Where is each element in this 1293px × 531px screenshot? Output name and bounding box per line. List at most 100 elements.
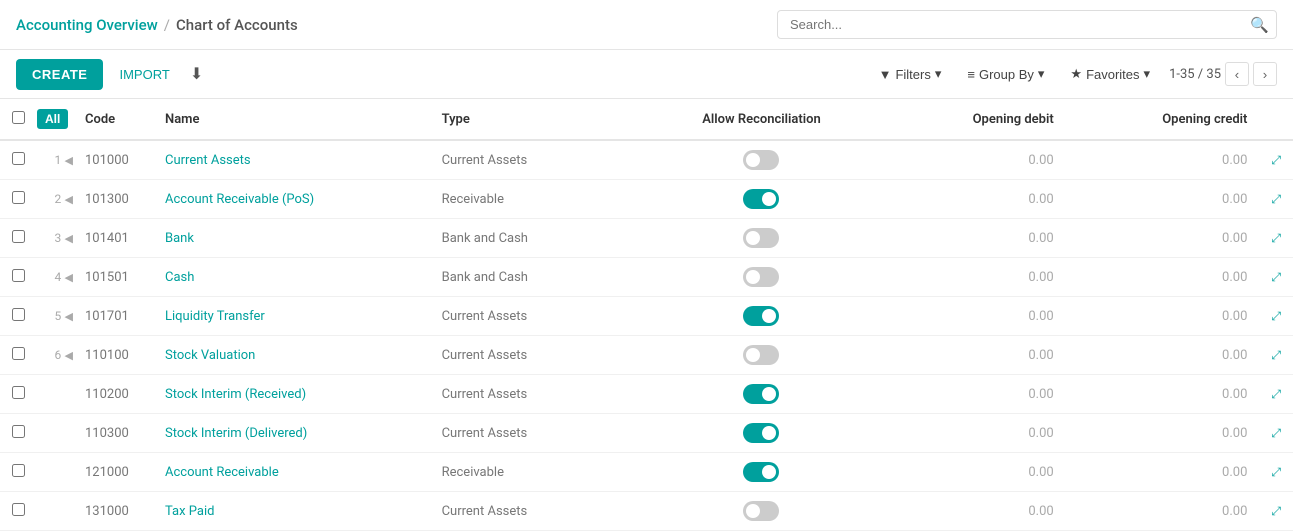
- row-reconcile[interactable]: [651, 297, 872, 336]
- breadcrumb: Accounting Overview / Chart of Accounts: [16, 16, 777, 34]
- create-button[interactable]: CREATE: [16, 59, 103, 90]
- th-select-all[interactable]: [0, 99, 37, 140]
- row-number: 1: [55, 153, 62, 167]
- row-checkbox-cell[interactable]: [0, 336, 37, 375]
- row-checkbox-cell[interactable]: [0, 180, 37, 219]
- reconcile-toggle[interactable]: [743, 462, 779, 482]
- filters-button[interactable]: ▼ Filters ▾: [868, 60, 953, 88]
- row-chevron[interactable]: ◀: [65, 349, 73, 362]
- expand-icon[interactable]: ⤢: [1271, 504, 1281, 518]
- row-name[interactable]: Stock Interim (Received): [153, 375, 430, 414]
- row-checkbox-cell[interactable]: [0, 140, 37, 180]
- expand-icon[interactable]: ⤢: [1271, 387, 1281, 401]
- th-code: Code: [73, 99, 153, 140]
- row-checkbox[interactable]: [12, 386, 25, 399]
- row-checkbox-cell[interactable]: [0, 414, 37, 453]
- th-all[interactable]: All: [37, 99, 73, 140]
- row-chevron[interactable]: ◀: [65, 154, 73, 167]
- row-number-cell: 3 ◀: [37, 219, 73, 258]
- row-checkbox[interactable]: [12, 503, 25, 516]
- reconcile-toggle[interactable]: [743, 228, 779, 248]
- row-name[interactable]: Current Assets: [153, 140, 430, 180]
- expand-icon[interactable]: ⤢: [1271, 348, 1281, 362]
- row-checkbox[interactable]: [12, 191, 25, 204]
- row-chevron[interactable]: ◀: [65, 271, 73, 284]
- row-checkbox[interactable]: [12, 347, 25, 360]
- row-chevron[interactable]: ◀: [65, 193, 73, 206]
- reconcile-toggle[interactable]: [743, 150, 779, 170]
- row-reconcile[interactable]: [651, 336, 872, 375]
- row-chevron[interactable]: ◀: [65, 310, 73, 323]
- expand-icon[interactable]: ⤢: [1271, 309, 1281, 323]
- row-reconcile[interactable]: [651, 453, 872, 492]
- row-expand-cell[interactable]: ⤢: [1259, 297, 1293, 336]
- row-opening-debit: 0.00: [872, 219, 1066, 258]
- row-name[interactable]: Account Receivable (PoS): [153, 180, 430, 219]
- row-checkbox-cell[interactable]: [0, 297, 37, 336]
- row-checkbox[interactable]: [12, 308, 25, 321]
- prev-page-button[interactable]: ‹: [1225, 62, 1249, 86]
- row-reconcile[interactable]: [651, 258, 872, 297]
- download-button[interactable]: ⬇: [186, 58, 207, 90]
- row-expand-cell[interactable]: ⤢: [1259, 180, 1293, 219]
- row-reconcile[interactable]: [651, 219, 872, 258]
- row-number: 2: [55, 192, 62, 206]
- row-expand-cell[interactable]: ⤢: [1259, 375, 1293, 414]
- row-checkbox[interactable]: [12, 230, 25, 243]
- row-name[interactable]: Tax Paid: [153, 492, 430, 531]
- groupby-button[interactable]: ≡ Group By ▾: [956, 60, 1055, 88]
- reconcile-toggle[interactable]: [743, 306, 779, 326]
- all-button[interactable]: All: [37, 109, 68, 129]
- favorites-button[interactable]: ★ Favorites ▾: [1059, 60, 1161, 88]
- row-name[interactable]: Liquidity Transfer: [153, 297, 430, 336]
- row-reconcile[interactable]: [651, 375, 872, 414]
- row-expand-cell[interactable]: ⤢: [1259, 414, 1293, 453]
- row-checkbox-cell[interactable]: [0, 219, 37, 258]
- row-type: Current Assets: [430, 414, 651, 453]
- row-reconcile[interactable]: [651, 414, 872, 453]
- reconcile-toggle[interactable]: [743, 345, 779, 365]
- import-button[interactable]: IMPORT: [111, 59, 177, 90]
- expand-icon[interactable]: ⤢: [1271, 426, 1281, 440]
- reconcile-toggle[interactable]: [743, 384, 779, 404]
- expand-icon[interactable]: ⤢: [1271, 270, 1281, 284]
- row-checkbox-cell[interactable]: [0, 492, 37, 531]
- row-checkbox-cell[interactable]: [0, 453, 37, 492]
- row-checkbox-cell[interactable]: [0, 375, 37, 414]
- row-expand-cell[interactable]: ⤢: [1259, 258, 1293, 297]
- row-checkbox-cell[interactable]: [0, 258, 37, 297]
- row-checkbox[interactable]: [12, 152, 25, 165]
- reconcile-toggle[interactable]: [743, 267, 779, 287]
- next-page-button[interactable]: ›: [1253, 62, 1277, 86]
- expand-icon[interactable]: ⤢: [1271, 153, 1281, 167]
- row-expand-cell[interactable]: ⤢: [1259, 492, 1293, 531]
- row-reconcile[interactable]: [651, 492, 872, 531]
- row-checkbox[interactable]: [12, 269, 25, 282]
- row-checkbox[interactable]: [12, 464, 25, 477]
- groupby-icon: ≡: [967, 67, 975, 82]
- reconcile-toggle[interactable]: [743, 189, 779, 209]
- breadcrumb-link[interactable]: Accounting Overview: [16, 16, 158, 34]
- row-name[interactable]: Account Receivable: [153, 453, 430, 492]
- search-input[interactable]: [777, 10, 1277, 39]
- row-name[interactable]: Stock Valuation: [153, 336, 430, 375]
- filter-icon: ▼: [879, 67, 892, 82]
- row-name[interactable]: Cash: [153, 258, 430, 297]
- row-expand-cell[interactable]: ⤢: [1259, 453, 1293, 492]
- row-expand-cell[interactable]: ⤢: [1259, 219, 1293, 258]
- expand-icon[interactable]: ⤢: [1271, 231, 1281, 245]
- reconcile-toggle[interactable]: [743, 423, 779, 443]
- row-number: 4: [55, 270, 62, 284]
- row-expand-cell[interactable]: ⤢: [1259, 336, 1293, 375]
- row-expand-cell[interactable]: ⤢: [1259, 140, 1293, 180]
- row-reconcile[interactable]: [651, 180, 872, 219]
- expand-icon[interactable]: ⤢: [1271, 465, 1281, 479]
- row-chevron[interactable]: ◀: [65, 232, 73, 245]
- row-reconcile[interactable]: [651, 140, 872, 180]
- expand-icon[interactable]: ⤢: [1271, 192, 1281, 206]
- select-all-checkbox[interactable]: [12, 111, 25, 124]
- row-name[interactable]: Stock Interim (Delivered): [153, 414, 430, 453]
- row-checkbox[interactable]: [12, 425, 25, 438]
- reconcile-toggle[interactable]: [743, 501, 779, 521]
- row-name[interactable]: Bank: [153, 219, 430, 258]
